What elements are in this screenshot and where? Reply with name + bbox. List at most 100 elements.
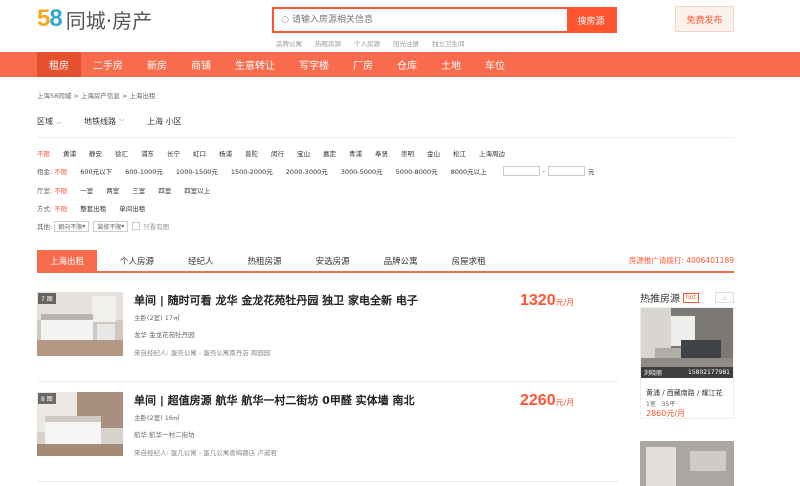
promo-hotline: 房源推广请拨打: 4006401189 — [628, 256, 734, 265]
listing-address[interactable]: 龙华 金龙花苑牡丹园 — [134, 329, 195, 339]
listing-meta: 主卧(2室) 16㎡ — [134, 414, 180, 422]
rent-option[interactable]: 不限 — [54, 166, 67, 176]
nav-item-office[interactable]: 写字楼 — [287, 52, 341, 77]
room-option[interactable]: 两室 — [106, 185, 119, 195]
other-label: 其他: — [37, 223, 53, 231]
mode-option[interactable]: 不限 — [54, 203, 67, 213]
district-option[interactable]: 静安 — [89, 148, 102, 158]
tab-wanted[interactable]: 房屋求租 — [441, 250, 497, 271]
chevron-up-icon: ︿ — [56, 119, 63, 126]
site-logo[interactable]: 5 8 同城·房产 — [37, 6, 152, 33]
rent-option[interactable]: 1000-1500元 — [176, 166, 218, 176]
tab-personal[interactable]: 个人房源 — [109, 250, 165, 271]
hot-badge: hot — [683, 292, 699, 303]
tab-subway-label: 地铁线路 — [84, 117, 117, 126]
tab-district[interactable]: 区域 ︿ — [37, 116, 62, 127]
district-option[interactable]: 不限 — [37, 148, 50, 158]
orientation-select[interactable]: 朝向不限 ▾ — [54, 220, 90, 232]
nav-item-warehouse[interactable]: 仓库 — [385, 52, 429, 77]
tab-community[interactable]: 上海 小区 — [147, 116, 182, 127]
hot-listing-photo[interactable] — [640, 441, 734, 486]
tab-hot-rent[interactable]: 热租房源 — [237, 250, 293, 271]
breadcrumb[interactable]: 上海58同城 > 上海房产信息 > 上海出租 — [37, 90, 155, 100]
district-option[interactable]: 虹口 — [193, 148, 206, 158]
rent-option[interactable]: 3000-5000元 — [341, 166, 383, 176]
listing-agent: 来自经纪人: 蛋壳公寓 - 蛋壳公寓南丹店 周园园 — [134, 349, 271, 357]
free-publish-button[interactable]: 免费发布 — [675, 6, 734, 32]
district-option[interactable]: 青浦 — [349, 148, 362, 158]
tab-brand-apartment[interactable]: 品牌公寓 — [373, 250, 429, 271]
arrow-up-icon[interactable]: △ — [715, 292, 734, 303]
listing-item[interactable]: 7 图 单间 | 随时可看 龙华 金龙花苑牡丹园 独卫 家电全新 电子 主卧(2… — [37, 292, 619, 382]
search-input[interactable] — [292, 9, 567, 31]
mode-option[interactable]: 整套出租 — [80, 203, 106, 213]
hot-listing-card[interactable]: 刘晓丽 15802177981 黄浦 / 西藏南路 / 耀江花 1室 35平 2… — [640, 307, 734, 419]
hot-recommend-label: 热推房源 — [640, 294, 680, 305]
rent-option[interactable]: 2000-3000元 — [286, 166, 328, 176]
hot-keyword[interactable]: 品牌公寓 — [276, 38, 302, 48]
listing-title[interactable]: 单间 | 超值房源 航华 航华一村二街坊 0甲醛 实体墙 南北 — [134, 392, 414, 408]
district-option[interactable]: 宝山 — [297, 148, 310, 158]
district-option[interactable]: 徐汇 — [115, 148, 128, 158]
district-option[interactable]: 闵行 — [271, 148, 284, 158]
district-option[interactable]: 嘉定 — [323, 148, 336, 158]
district-option[interactable]: 黄浦 — [63, 148, 76, 158]
listing-agent: 来自经纪人: 蛋几公寓 - 蛋几公寓香梅路店 卢淑君 — [134, 449, 277, 457]
hot-listing-location[interactable]: 黄浦 / 西藏南路 / 耀江花 — [646, 388, 723, 398]
room-option[interactable]: 四室以上 — [184, 185, 210, 195]
hot-keyword[interactable]: 热租房源 — [315, 38, 341, 48]
listing-price: 1320元/月 — [520, 292, 574, 310]
district-option[interactable]: 长宁 — [167, 148, 180, 158]
has-image-checkbox[interactable] — [132, 222, 141, 230]
listing-item[interactable]: 8 图 单间 | 超值房源 航华 航华一村二街坊 0甲醛 实体墙 南北 主卧(2… — [37, 392, 619, 482]
hot-keywords: 品牌公寓 热租房源 个人房源 阳光注册 独立卫生间 — [276, 38, 478, 48]
hot-listing-spec: 1室 35平 — [646, 399, 675, 408]
nav-item-business-transfer[interactable]: 生意转让 — [223, 52, 287, 77]
rent-option[interactable]: 5000-8000元 — [396, 166, 438, 176]
district-option[interactable]: 上海周边 — [479, 148, 505, 158]
decoration-select[interactable]: 装修不限 ▾ — [93, 220, 129, 232]
rent-option[interactable]: 1500-2000元 — [231, 166, 273, 176]
mode-option[interactable]: 单间出租 — [119, 203, 145, 213]
agent-name: 刘晓丽 — [644, 370, 663, 377]
room-option[interactable]: 三室 — [132, 185, 145, 195]
search-button[interactable]: 搜房源 — [567, 9, 615, 31]
district-option[interactable]: 普陀 — [245, 148, 258, 158]
hot-keyword[interactable]: 个人房源 — [354, 38, 380, 48]
hot-keyword[interactable]: 独立卫生间 — [432, 38, 465, 48]
room-filter: 厅室: 不限 一室 两室 三室 四室 四室以上 — [37, 184, 223, 196]
hot-listing-price: 2860元/月 — [646, 409, 686, 418]
listing-address[interactable]: 航华 航华一村二街坊 — [134, 429, 195, 439]
district-option[interactable]: 奉贤 — [375, 148, 388, 158]
hot-keyword[interactable]: 阳光注册 — [393, 38, 419, 48]
rent-option[interactable]: 600元以下 — [80, 166, 112, 176]
mode-label: 方式: — [37, 205, 53, 213]
district-option[interactable]: 浦东 — [141, 148, 154, 158]
nav-item-rent[interactable]: 租房 — [37, 52, 81, 77]
nav-item-new[interactable]: 新房 — [135, 52, 179, 77]
tab-safe-select[interactable]: 安选房源 — [305, 250, 361, 271]
district-option[interactable]: 松江 — [453, 148, 466, 158]
nav-item-factory[interactable]: 厂房 — [341, 52, 385, 77]
nav-item-shop[interactable]: 商铺 — [179, 52, 223, 77]
district-option[interactable]: 金山 — [427, 148, 440, 158]
district-option[interactable]: 崇明 — [401, 148, 414, 158]
nav-item-land[interactable]: 土地 — [429, 52, 473, 77]
rent-min-input[interactable] — [502, 166, 540, 176]
rent-option[interactable]: 8000元以上 — [451, 166, 487, 176]
rent-option[interactable]: 600-1000元 — [125, 166, 163, 176]
tab-subway[interactable]: 地铁线路 ﹀ — [84, 116, 125, 127]
room-option[interactable]: 四室 — [158, 185, 171, 195]
district-option[interactable]: 杨浦 — [219, 148, 232, 158]
nav-item-secondhand[interactable]: 二手房 — [81, 52, 135, 77]
listing-title[interactable]: 单间 | 随时可看 龙华 金龙花苑牡丹园 独卫 家电全新 电子 — [134, 292, 418, 308]
listing-photo[interactable]: 8 图 — [37, 392, 123, 456]
tab-shanghai-rent[interactable]: 上海出租 — [37, 250, 98, 271]
room-option[interactable]: 一室 — [80, 185, 93, 195]
nav-item-parking[interactable]: 车位 — [473, 52, 517, 77]
tab-broker[interactable]: 经纪人 — [177, 250, 225, 271]
room-option[interactable]: 不限 — [54, 185, 67, 195]
listing-photo[interactable]: 7 图 — [37, 292, 123, 356]
rent-max-input[interactable] — [548, 166, 586, 176]
tab-district-label: 区域 — [37, 117, 53, 126]
